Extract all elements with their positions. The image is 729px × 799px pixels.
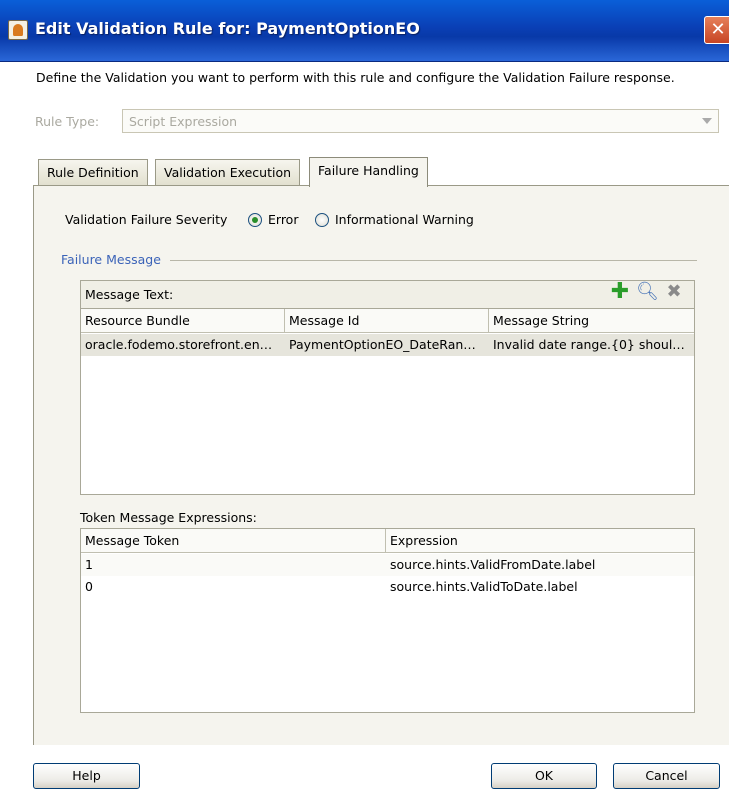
column-header-message-id[interactable]: Message Id bbox=[285, 309, 489, 333]
token-table: Message Token Expression 1 source.hints.… bbox=[80, 528, 695, 713]
failure-message-legend: Failure Message bbox=[61, 252, 167, 267]
delete-icon[interactable]: ✖ bbox=[663, 282, 685, 304]
add-icon[interactable]: ✚ bbox=[609, 281, 631, 304]
java-app-icon bbox=[8, 20, 28, 40]
cell-message-token[interactable]: 1 bbox=[81, 554, 386, 576]
column-header-message-token[interactable]: Message Token bbox=[81, 529, 386, 553]
warning-radio[interactable] bbox=[315, 213, 329, 227]
chevron-down-icon bbox=[702, 118, 712, 124]
warning-radio-label[interactable]: Informational Warning bbox=[335, 212, 474, 227]
cell-expression[interactable]: source.hints.ValidFromDate.label bbox=[386, 554, 694, 576]
rule-type-label: Rule Type: bbox=[35, 114, 100, 129]
message-text-label: Message Text: bbox=[85, 287, 174, 302]
search-icon[interactable]: 🔍︎ bbox=[636, 282, 659, 304]
tab-failure-handling[interactable]: Failure Handling bbox=[309, 157, 428, 187]
ok-button[interactable]: OK bbox=[491, 763, 597, 789]
cell-message-string[interactable]: Invalid date range.{0} shoul… bbox=[489, 334, 694, 356]
rule-type-select: Script Expression bbox=[122, 109, 719, 133]
rule-type-value: Script Expression bbox=[129, 114, 238, 129]
column-header-message-string[interactable]: Message String bbox=[489, 309, 694, 333]
cancel-button[interactable]: Cancel bbox=[613, 763, 720, 789]
help-button[interactable]: Help bbox=[33, 763, 140, 789]
dialog-description: Define the Validation you want to perfor… bbox=[36, 70, 675, 85]
message-table: Resource Bundle Message Id Message Strin… bbox=[80, 308, 695, 495]
dialog-title: Edit Validation Rule for: PaymentOptionE… bbox=[35, 19, 420, 38]
token-expressions-label: Token Message Expressions: bbox=[80, 510, 257, 525]
title-bar[interactable]: Edit Validation Rule for: PaymentOptionE… bbox=[0, 0, 729, 62]
cell-message-token[interactable]: 0 bbox=[81, 576, 386, 598]
cell-expression[interactable]: source.hints.ValidToDate.label bbox=[386, 576, 694, 598]
cell-resource-bundle[interactable]: oracle.fodemo.storefront.en… bbox=[81, 334, 285, 356]
error-radio[interactable] bbox=[248, 213, 262, 227]
tab-rule-definition[interactable]: Rule Definition bbox=[38, 159, 148, 185]
severity-label: Validation Failure Severity bbox=[65, 212, 228, 227]
error-radio-label[interactable]: Error bbox=[268, 212, 298, 227]
close-button[interactable]: ✕ bbox=[704, 16, 729, 44]
dialog-window: Edit Validation Rule for: PaymentOptionE… bbox=[0, 0, 729, 799]
fieldset-divider bbox=[170, 260, 697, 261]
tab-validation-execution[interactable]: Validation Execution bbox=[155, 159, 301, 185]
column-header-expression[interactable]: Expression bbox=[386, 529, 694, 553]
column-header-resource-bundle[interactable]: Resource Bundle bbox=[81, 309, 285, 333]
cell-message-id[interactable]: PaymentOptionEO_DateRan… bbox=[285, 334, 489, 356]
